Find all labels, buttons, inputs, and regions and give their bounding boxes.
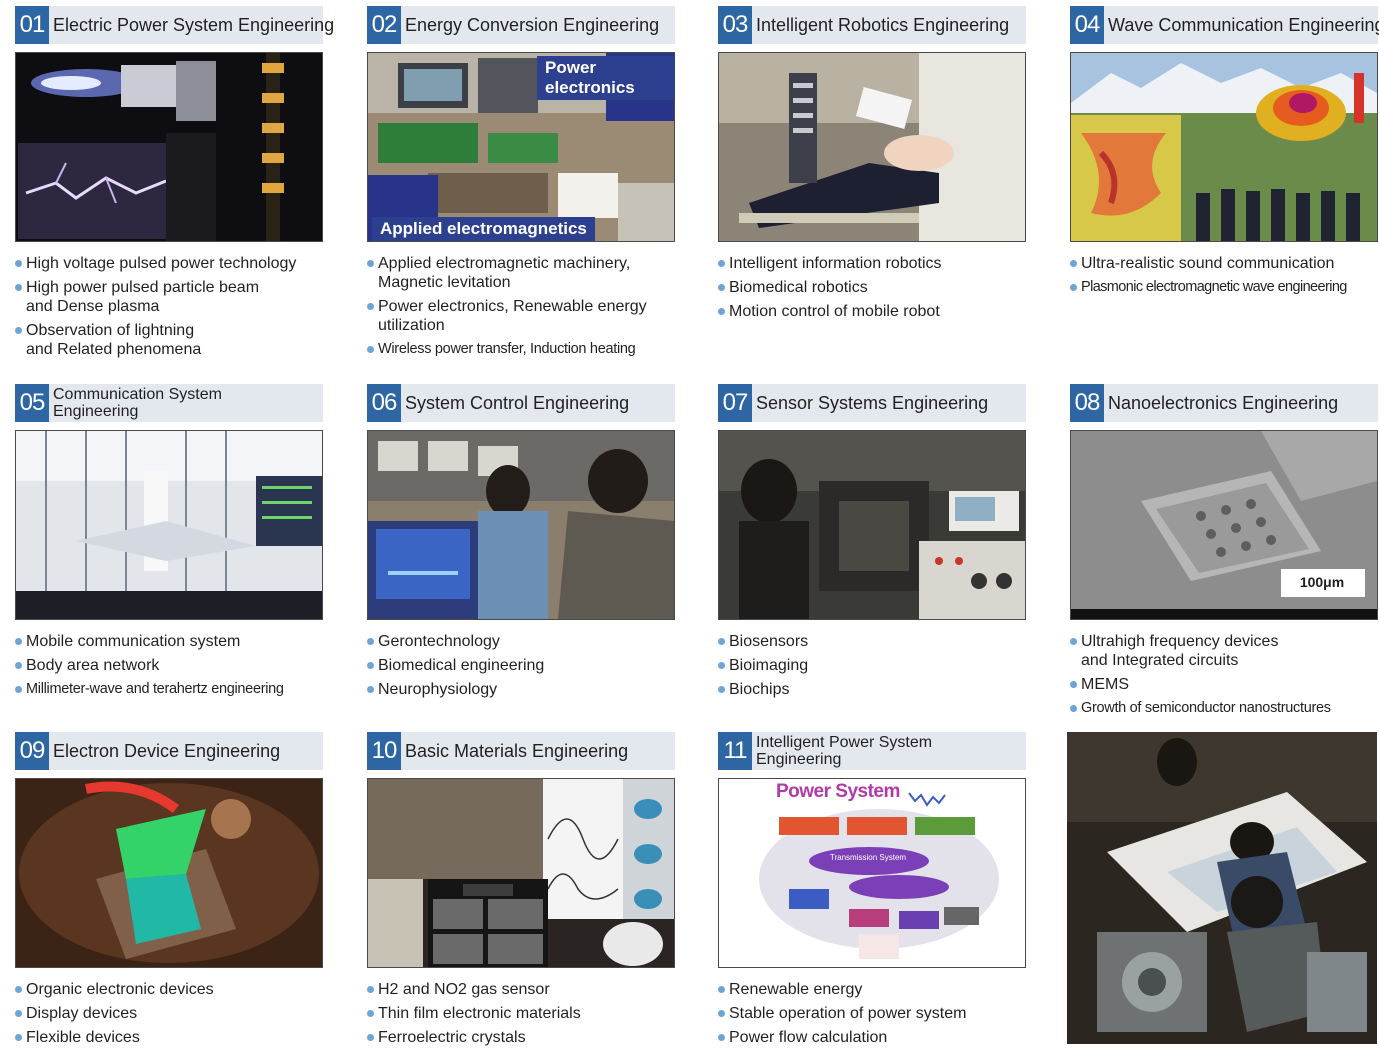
card-header: 01 Electric Power System Engineering: [15, 6, 335, 44]
card-title: Sensor Systems Engineering: [756, 393, 989, 413]
topic-item: Millimeter-wave and terahertz engineerin…: [15, 680, 325, 699]
card-title: Electric Power System Engineering: [53, 15, 335, 35]
diagram-heading: Power System: [776, 781, 900, 802]
diagram-center-label: Transmission System: [829, 853, 907, 862]
topic-item: Growth of semiconductor nanostructures: [1070, 699, 1379, 718]
card-header: 10 Basic Materials Engineering: [367, 732, 675, 770]
topic-item: Renewable energy: [718, 980, 1028, 999]
topic-item: Biomedical engineering: [367, 656, 677, 675]
card-title: Electron Device Engineering: [53, 741, 281, 761]
topic-item: Ferroelectric crystals: [367, 1028, 677, 1047]
card-header: 02 Energy Conversion Engineering: [367, 6, 675, 44]
topic-item: Organic electronic devices: [15, 980, 325, 999]
power-system-diagram: [718, 778, 1026, 968]
card-title: System Control Engineering: [405, 393, 630, 413]
topic-item: Gerontechnology: [367, 632, 677, 651]
topic-item: Mobile communication system: [15, 632, 325, 651]
topic-item: Thin film electronic materials: [367, 1004, 677, 1023]
card-topics: Organic electronic devices Display devic…: [15, 980, 325, 1052]
topic-item: Ultra-realistic sound communication: [1070, 254, 1379, 273]
scale-bar-label: 100μm: [1299, 574, 1345, 590]
topic-item: Intelligent information robotics: [718, 254, 1028, 273]
card-number: 01: [15, 6, 49, 44]
card-header: 05 Communication System Engineering: [15, 384, 323, 422]
card-title: Energy Conversion Engineering: [405, 15, 660, 35]
pulsed-power-image: [15, 52, 323, 242]
topic-item: Wireless power transfer, Induction heati…: [367, 340, 677, 359]
card-number: 05: [15, 384, 49, 422]
card-number: 11: [718, 732, 752, 770]
card-number: 04: [1070, 6, 1104, 44]
card-title: Intelligent Power System Engineering: [756, 734, 933, 768]
card-title: Communication System Engineering: [53, 386, 222, 420]
image-tag: Applied electromagnetics: [372, 217, 595, 241]
topic-item: Biomedical robotics: [718, 278, 1028, 297]
topic-item: Neurophysiology: [367, 680, 677, 699]
topic-item: Applied electromagnetic machinery, Magne…: [367, 254, 677, 292]
communication-system-image: [15, 430, 323, 620]
card-number: 02: [367, 6, 401, 44]
card-number: 08: [1070, 384, 1104, 422]
card-topics: Ultra-realistic sound communication Plas…: [1070, 254, 1379, 302]
card-number: 09: [15, 732, 49, 770]
card-number: 07: [718, 384, 752, 422]
topic-item: MEMS: [1070, 675, 1379, 694]
topic-item: Observation of lightning and Related phe…: [15, 321, 325, 359]
robotics-image: [718, 52, 1026, 242]
topic-item: Power flow calculation: [718, 1028, 1028, 1047]
card-topics: Renewable energy Stable operation of pow…: [718, 980, 1028, 1052]
topic-item: Ultrahigh frequency devices and Integrat…: [1070, 632, 1379, 670]
card-topics: Gerontechnology Biomedical engineering N…: [367, 632, 677, 704]
card-title: Nanoelectronics Engineering: [1108, 393, 1339, 413]
card-topics: H2 and NO2 gas sensor Thin film electron…: [367, 980, 677, 1052]
card-header: 08 Nanoelectronics Engineering: [1070, 384, 1378, 422]
card-header: 04 Wave Communication Engineering: [1070, 6, 1379, 44]
topic-item: High voltage pulsed power technology: [15, 254, 325, 273]
image-tag: Power electronics: [537, 56, 675, 100]
topic-item: Display devices: [15, 1004, 325, 1023]
basic-materials-image: [367, 778, 675, 968]
topic-item: High power pulsed particle beam and Dens…: [15, 278, 325, 316]
card-header: 11 Intelligent Power System Engineering: [718, 732, 1026, 770]
topic-item: Plasmonic electromagnetic wave engineeri…: [1070, 278, 1379, 297]
card-number: 03: [718, 6, 752, 44]
card-title: Intelligent Robotics Engineering: [756, 15, 1010, 35]
laboratory-photo: [1067, 732, 1377, 1044]
card-topics: Mobile communication system Body area ne…: [15, 632, 325, 704]
card-header: 06 System Control Engineering: [367, 384, 675, 422]
card-topics: High voltage pulsed power technology Hig…: [15, 254, 325, 364]
card-header: 03 Intelligent Robotics Engineering: [718, 6, 1026, 44]
card-topics: Biosensors Bioimaging Biochips: [718, 632, 1028, 704]
sensor-systems-image: [718, 430, 1026, 620]
topic-item: Biochips: [718, 680, 1028, 699]
topic-item: Body area network: [15, 656, 325, 675]
topic-item: H2 and NO2 gas sensor: [367, 980, 677, 999]
topic-item: Biosensors: [718, 632, 1028, 651]
topic-item: Power electronics, Renewable energy util…: [367, 297, 677, 335]
electron-device-image: [15, 778, 323, 968]
card-topics: Ultrahigh frequency devices and Integrat…: [1070, 632, 1379, 723]
card-number: 06: [367, 384, 401, 422]
card-title: Wave Communication Engineering: [1108, 15, 1379, 35]
card-topics: Applied electromagnetic machinery, Magne…: [367, 254, 677, 364]
topic-item: Flexible devices: [15, 1028, 325, 1047]
topic-item: Motion control of mobile robot: [718, 302, 1028, 321]
card-number: 10: [367, 732, 401, 770]
topic-item: Bioimaging: [718, 656, 1028, 675]
topic-item: Stable operation of power system: [718, 1004, 1028, 1023]
card-title: Basic Materials Engineering: [405, 741, 629, 761]
card-header: 09 Electron Device Engineering: [15, 732, 323, 770]
wave-communication-image: [1070, 52, 1378, 242]
card-topics: Intelligent information robotics Biomedi…: [718, 254, 1028, 326]
system-control-image: [367, 430, 675, 620]
card-header: 07 Sensor Systems Engineering: [718, 384, 1026, 422]
